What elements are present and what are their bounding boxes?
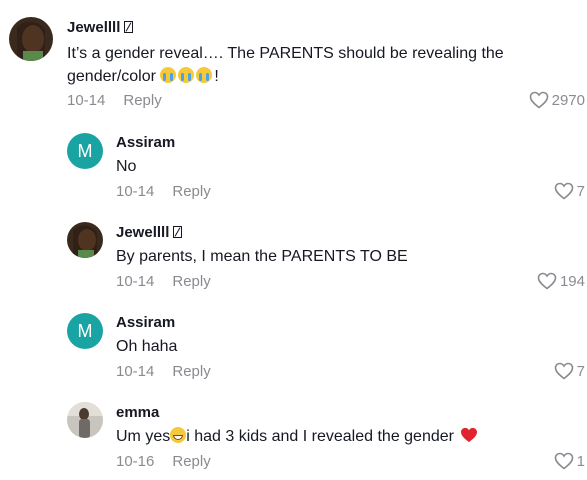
like-count: 2970 bbox=[551, 91, 585, 109]
comment-date: 10-16 bbox=[116, 453, 155, 470]
like-count: 194 bbox=[559, 272, 585, 290]
verified-badge-icon bbox=[124, 21, 134, 33]
avatar[interactable]: M bbox=[67, 133, 103, 169]
avatar[interactable]: M bbox=[67, 313, 103, 349]
comment-meta: 10-14 Reply bbox=[116, 183, 211, 200]
reply-button[interactable]: Reply bbox=[123, 92, 161, 109]
comment-text: Oh haha bbox=[116, 338, 178, 355]
like-button[interactable]: 7 bbox=[554, 362, 585, 380]
reply-button[interactable]: Reply bbox=[172, 273, 210, 290]
verified-badge-icon bbox=[173, 226, 183, 238]
comment-date: 10-14 bbox=[116, 183, 155, 200]
username[interactable]: Jewellll bbox=[116, 224, 183, 241]
comment-date: 10-14 bbox=[116, 273, 155, 290]
comment-text: By parents, I mean the PARENTS TO BE bbox=[116, 248, 408, 265]
loudly-crying-emoji bbox=[196, 67, 213, 83]
heart-outline-icon bbox=[529, 91, 548, 109]
comment-text: Um yes i had 3 kids and I revealed the ge… bbox=[116, 425, 478, 448]
reply-button[interactable]: Reply bbox=[172, 363, 210, 380]
grinning-sweat-emoji bbox=[170, 427, 187, 443]
loudly-crying-emoji bbox=[160, 67, 177, 83]
comment-meta: 10-16 Reply bbox=[116, 453, 211, 470]
comment-text: No bbox=[116, 158, 137, 175]
like-count: 7 bbox=[576, 362, 585, 380]
like-button[interactable]: 7 bbox=[554, 182, 585, 200]
comment-meta: 10-14 Reply bbox=[116, 363, 211, 380]
avatar[interactable] bbox=[9, 17, 53, 61]
heart-outline-icon bbox=[554, 362, 573, 380]
username[interactable]: emma bbox=[116, 404, 159, 421]
like-button[interactable]: 2970 bbox=[529, 91, 585, 109]
comment-meta: 10-14 Reply bbox=[116, 273, 211, 290]
heart-outline-icon bbox=[537, 272, 557, 290]
loudly-crying-emoji bbox=[178, 67, 195, 83]
like-count: 7 bbox=[576, 182, 585, 200]
heart-outline-icon bbox=[554, 452, 573, 470]
reply-button[interactable]: Reply bbox=[172, 183, 210, 200]
username[interactable]: Assiram bbox=[116, 314, 175, 331]
username[interactable]: Jewellll bbox=[67, 19, 134, 36]
red-heart-emoji bbox=[460, 427, 477, 443]
reply-button[interactable]: Reply bbox=[172, 453, 210, 470]
comment-date: 10-14 bbox=[67, 92, 106, 109]
like-count: 1 bbox=[576, 452, 585, 470]
heart-outline-icon bbox=[554, 182, 573, 200]
avatar[interactable] bbox=[67, 222, 103, 258]
like-button[interactable]: 194 bbox=[537, 272, 585, 290]
comment-date: 10-14 bbox=[116, 363, 155, 380]
comment-text: It’s a gender reveal…. The PARENTS shoul… bbox=[67, 45, 504, 85]
username[interactable]: Assiram bbox=[116, 134, 175, 151]
comment-meta: 10-14 Reply bbox=[67, 92, 162, 109]
like-button[interactable]: 1 bbox=[554, 452, 585, 470]
avatar[interactable] bbox=[67, 402, 103, 438]
